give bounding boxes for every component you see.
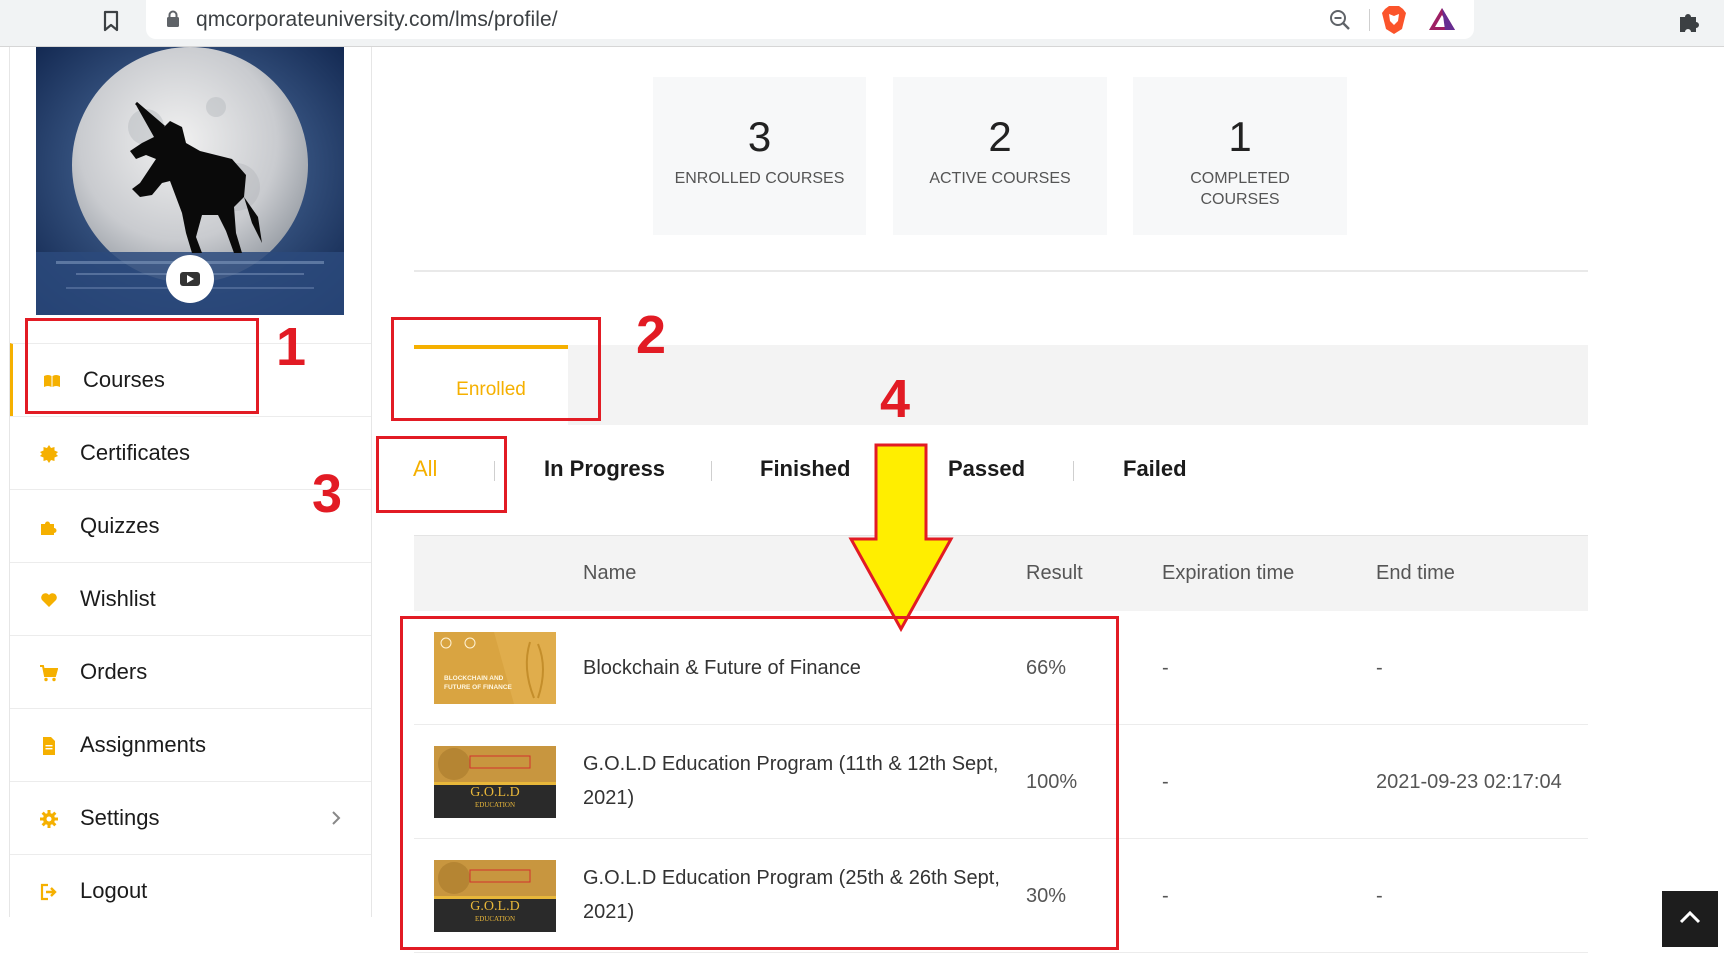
filter-passed[interactable]: Passed bbox=[948, 456, 1025, 482]
sidebar-item-settings[interactable]: Settings bbox=[10, 781, 371, 854]
filter-separator bbox=[1073, 461, 1074, 481]
column-header-result: Result bbox=[1026, 562, 1083, 584]
filter-separator bbox=[711, 461, 712, 481]
address-bar[interactable]: qmcorporateuniversity.com/lms/profile/ bbox=[146, 0, 1474, 39]
sidebar-item-orders[interactable]: Orders bbox=[10, 635, 371, 708]
column-header-end-time: End time bbox=[1376, 562, 1455, 584]
courses-table-header: Name Result Expiration time End time bbox=[414, 535, 1588, 611]
bookmark-icon[interactable] bbox=[100, 9, 122, 33]
url-text[interactable]: qmcorporateuniversity.com/lms/profile/ bbox=[196, 8, 558, 32]
annotation-number-3: 3 bbox=[312, 464, 343, 524]
chevron-right-icon bbox=[332, 811, 341, 825]
annotation-box-course-list bbox=[400, 616, 1119, 950]
stat-value: 1 bbox=[1228, 113, 1252, 160]
course-expiration: - bbox=[1162, 657, 1169, 679]
annotation-box-all bbox=[376, 436, 507, 513]
annotation-arrow-down bbox=[848, 443, 954, 633]
sidebar-item-label: Certificates bbox=[80, 440, 191, 465]
annotation-number-1: 1 bbox=[276, 317, 307, 377]
browser-toolbar: qmcorporateuniversity.com/lms/profile/ bbox=[0, 0, 1724, 47]
sidebar-item-wishlist[interactable]: Wishlist bbox=[10, 562, 371, 635]
certificate-badge-icon bbox=[40, 445, 58, 463]
annotation-box-enrolled bbox=[391, 317, 601, 421]
stat-enrolled-courses: 3 ENROLLED COURSES bbox=[653, 77, 866, 235]
logout-icon bbox=[40, 883, 57, 901]
sidebar-item-assignments[interactable]: Assignments bbox=[10, 708, 371, 781]
course-expiration: - bbox=[1162, 885, 1169, 907]
scroll-to-top-button[interactable] bbox=[1662, 891, 1718, 947]
stat-completed-courses: 1 COMPLETED COURSES bbox=[1133, 77, 1347, 235]
filter-failed[interactable]: Failed bbox=[1123, 456, 1187, 482]
puzzle-icon bbox=[41, 521, 57, 535]
section-divider bbox=[414, 270, 1588, 272]
column-header-name: Name bbox=[583, 562, 637, 584]
sidebar-item-label: Wishlist bbox=[80, 586, 156, 611]
annotation-box-courses bbox=[25, 318, 259, 414]
annotation-number-4: 4 bbox=[880, 369, 911, 429]
sidebar-item-label: Assignments bbox=[80, 732, 206, 757]
course-end-time: - bbox=[1376, 657, 1383, 679]
sidebar-item-logout[interactable]: Logout bbox=[10, 854, 371, 927]
sidebar-item-label: Logout bbox=[80, 878, 148, 903]
sidebar-item-label: Settings bbox=[80, 805, 160, 830]
filter-finished[interactable]: Finished bbox=[760, 456, 850, 482]
brave-shield-icon[interactable] bbox=[1380, 5, 1408, 35]
sidebar-item-label: Quizzes bbox=[80, 513, 160, 538]
stat-label: ACTIVE COURSES bbox=[929, 170, 1071, 187]
sidebar-item-label: Orders bbox=[80, 659, 148, 684]
stat-label: COMPLETED COURSES bbox=[1190, 170, 1290, 208]
profile-avatar bbox=[36, 47, 344, 315]
gear-icon bbox=[40, 810, 58, 828]
course-end-time: 2021-09-23 02:17:04 bbox=[1376, 771, 1562, 793]
file-icon bbox=[43, 737, 55, 755]
zoom-out-icon[interactable] bbox=[1328, 8, 1352, 32]
stat-label: ENROLLED COURSES bbox=[674, 170, 845, 187]
course-expiration: - bbox=[1162, 771, 1169, 793]
stat-value: 2 bbox=[988, 113, 1012, 160]
course-end-time: - bbox=[1376, 885, 1383, 907]
filter-in-progress[interactable]: In Progress bbox=[544, 456, 665, 482]
stat-value: 3 bbox=[747, 113, 772, 160]
profile-menu: Courses Certificates Quizzes Wishlist Or… bbox=[10, 343, 371, 927]
bat-rewards-icon[interactable] bbox=[1428, 6, 1456, 32]
heart-icon bbox=[41, 593, 57, 607]
annotation-number-2: 2 bbox=[636, 305, 667, 365]
stat-active-courses: 2 ACTIVE COURSES bbox=[893, 77, 1107, 235]
column-header-expiration: Expiration time bbox=[1162, 562, 1295, 584]
toolbar-separator bbox=[1369, 9, 1370, 31]
lock-icon bbox=[167, 10, 179, 27]
cart-icon bbox=[40, 665, 58, 682]
extensions-puzzle-icon[interactable] bbox=[1676, 8, 1702, 34]
chevron-up-icon bbox=[1679, 910, 1701, 924]
